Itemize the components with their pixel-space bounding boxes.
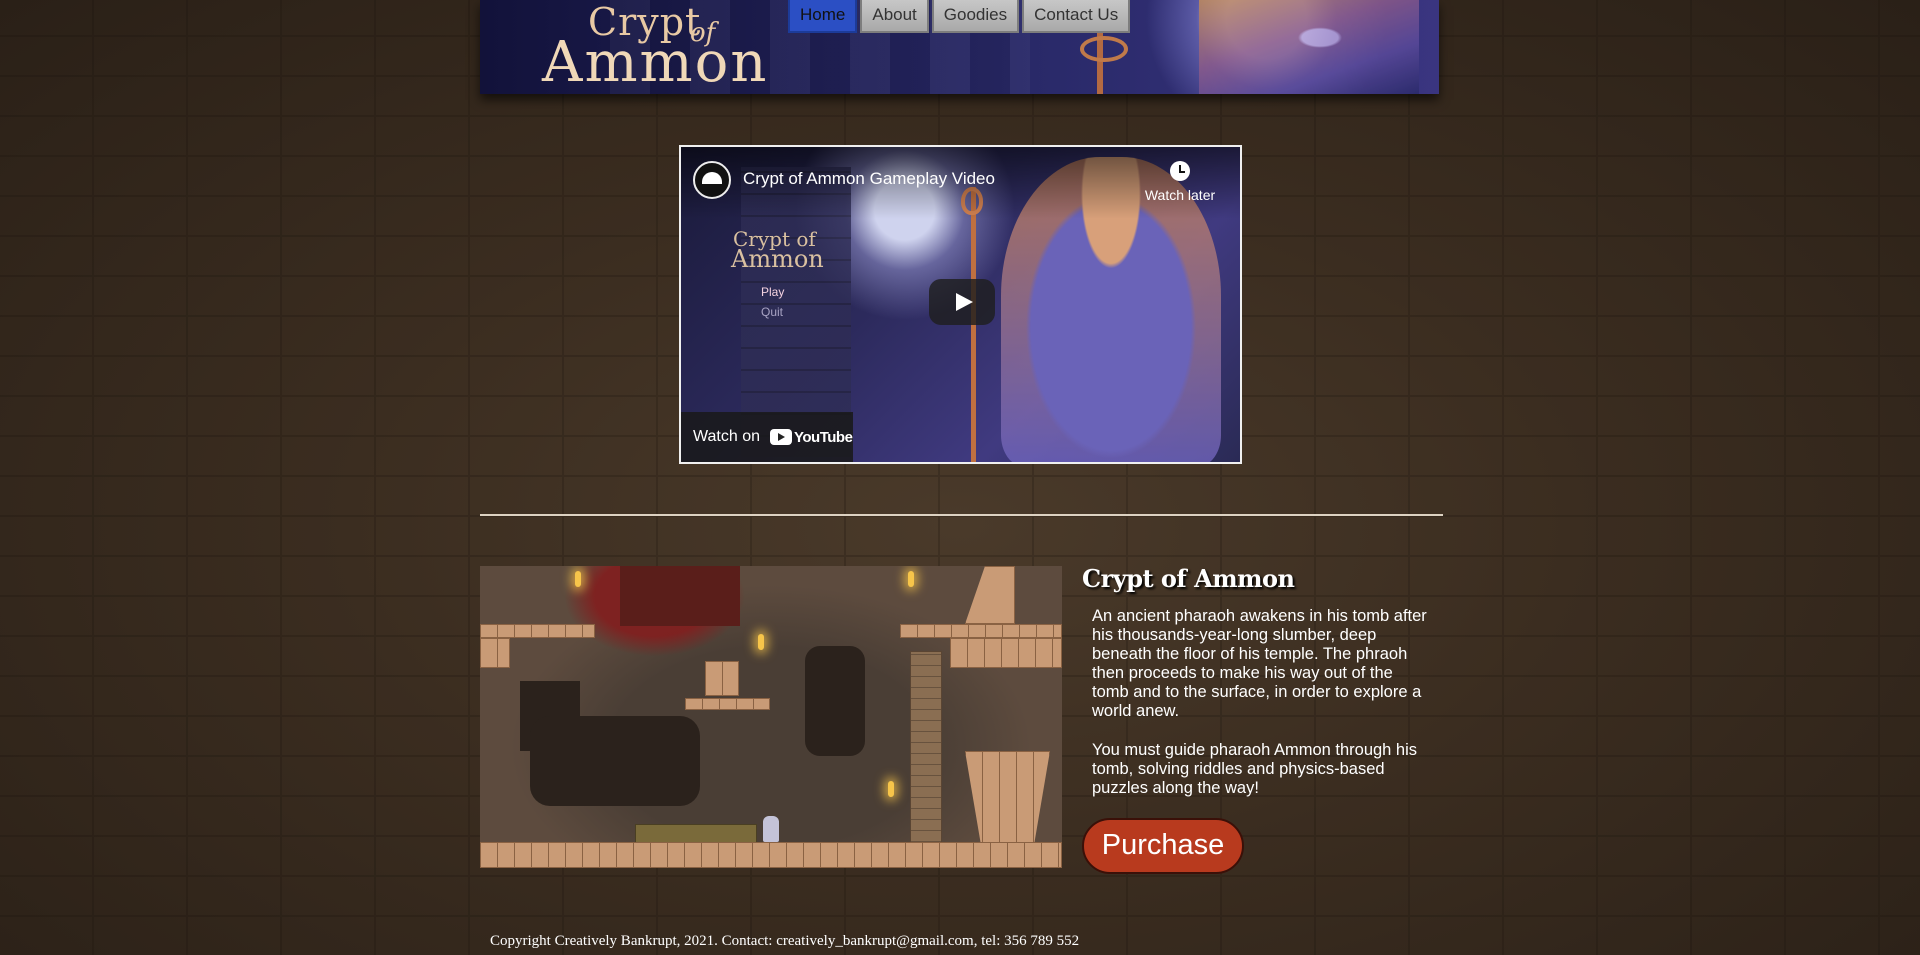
youtube-play-icon — [770, 429, 792, 445]
game-description: An ancient pharaoh awakens in his tomb a… — [1092, 607, 1432, 818]
description-paragraph: An ancient pharaoh awakens in his tomb a… — [1092, 607, 1427, 720]
channel-avatar-icon[interactable] — [693, 161, 731, 199]
youtube-embed[interactable]: Crypt of Ammon Play Quit Crypt of Ammon … — [679, 145, 1242, 464]
stone-pedestal — [965, 751, 1050, 851]
brick-ledge — [950, 638, 1062, 668]
youtube-logo: YouTube — [770, 428, 853, 446]
brick-floor — [480, 842, 1062, 868]
nav-goodies[interactable]: Goodies — [931, 0, 1020, 33]
main-nav: Home About Goodies Contact Us — [788, 0, 1131, 33]
purchase-button[interactable]: Purchase — [1082, 818, 1244, 874]
hieroglyph-pillar — [910, 651, 942, 853]
watch-on-youtube-button[interactable]: Watch on YouTube — [681, 412, 853, 462]
watch-later-button[interactable]: Watch later — [1140, 161, 1220, 203]
nav-home[interactable]: Home — [788, 0, 858, 33]
game-screenshot — [480, 566, 1062, 868]
torch-icon — [758, 634, 764, 650]
nav-contact-us[interactable]: Contact Us — [1022, 0, 1131, 33]
brick-ledge — [685, 698, 770, 710]
video-thumb-logo-main: Ammon — [731, 245, 824, 273]
video-thumb-menu-quit: Quit — [761, 305, 784, 319]
screenshot-shadow — [805, 646, 865, 756]
pharaoh-character — [763, 816, 779, 842]
play-button[interactable] — [929, 279, 995, 325]
video-staff — [971, 187, 976, 462]
logo-word-ammon: Ammon — [542, 30, 769, 94]
video-title[interactable]: Crypt of Ammon Gameplay Video — [743, 169, 995, 189]
torch-icon — [888, 781, 894, 797]
section-divider — [480, 514, 1443, 516]
brick-ledge — [480, 624, 595, 638]
stone-ramp — [965, 566, 1015, 624]
banner-ankh-icon — [1080, 36, 1128, 62]
brick-ledge — [480, 638, 510, 668]
screenshot-shadow — [530, 716, 700, 806]
video-thumb-menu-play: Play — [761, 285, 785, 299]
brick-ledge — [900, 624, 1062, 638]
banner-pharaoh-art — [1199, 0, 1419, 94]
sarcophagus — [635, 824, 757, 844]
watch-on-label: Watch on — [693, 428, 760, 445]
youtube-wordmark: YouTube — [794, 428, 853, 446]
footer-text: Copyright Creatively Bankrupt, 2021. Con… — [490, 933, 1080, 949]
clock-icon — [1170, 161, 1190, 181]
screenshot-shadow — [620, 566, 740, 626]
description-paragraph: You must guide pharaoh Ammon through his… — [1092, 741, 1418, 797]
hieroglyph-crate — [705, 661, 739, 696]
watch-later-label: Watch later — [1144, 187, 1216, 203]
nav-about[interactable]: About — [860, 0, 929, 33]
torch-icon — [908, 571, 914, 587]
game-title: Crypt of Ammon — [1082, 564, 1295, 593]
header-banner: Crypt of Ammon Home About Goodies Contac… — [480, 0, 1439, 94]
torch-icon — [575, 571, 581, 587]
